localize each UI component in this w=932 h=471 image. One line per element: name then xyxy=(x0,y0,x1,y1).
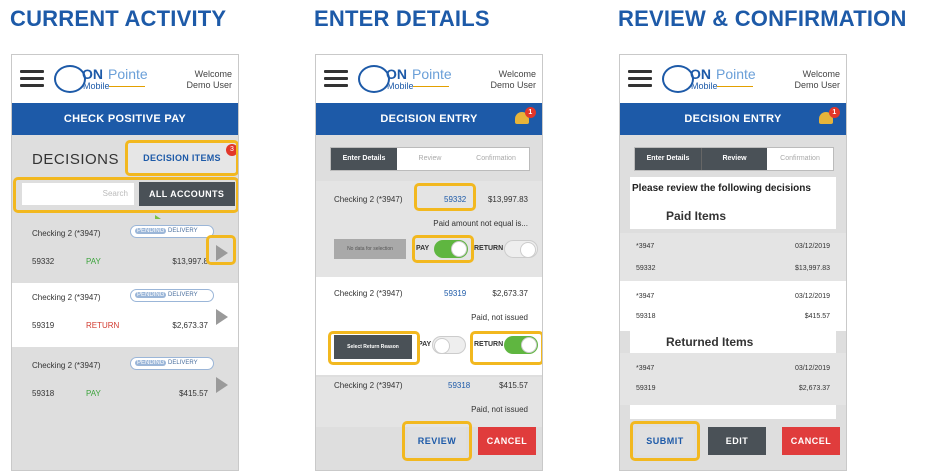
status-badge: PENDING DELIVERY xyxy=(130,225,214,238)
status-badge: PENDING DELIVERY xyxy=(130,357,214,370)
list-item: *3947 03/12/2019 59332 $13,997.83 xyxy=(620,233,846,281)
onpointe-logo: ON Pointe Mobile xyxy=(54,63,174,95)
hamburger-menu-icon[interactable] xyxy=(628,70,652,88)
app-header: ON Pointe Mobile Welcome Demo User xyxy=(316,55,542,103)
page-title: CHECK POSITIVE PAY xyxy=(12,103,238,135)
hamburger-menu-icon[interactable] xyxy=(20,70,44,88)
list-item[interactable]: Checking 2 (*3947) PENDING DELIVERY 5933… xyxy=(12,219,238,281)
highlight-submit-button xyxy=(630,421,700,461)
step-review[interactable]: Review xyxy=(397,148,463,170)
welcome-text: Welcome Demo User xyxy=(186,69,232,90)
decision-item: Checking 2 (*3947) 59318 $415.57 Paid, n… xyxy=(316,377,542,427)
highlight-pay-toggle xyxy=(412,235,474,263)
welcome-text: Welcome Demo User xyxy=(490,69,536,90)
page-title: DECISION ENTRY 1 xyxy=(316,103,542,135)
cancel-button[interactable]: CANCEL xyxy=(478,427,536,455)
app-header: ON Pointe Mobile Welcome Demo User xyxy=(12,55,238,103)
cancel-button[interactable]: CANCEL xyxy=(782,427,840,455)
onpointe-logo: ON Pointe Mobile xyxy=(358,63,478,95)
section-title-current-activity: CURRENT ACTIVITY xyxy=(10,6,227,31)
status-badge: PENDING DELIVERY xyxy=(130,289,214,302)
phone-enter-details: ON Pointe Mobile Welcome Demo User DECIS… xyxy=(315,54,543,471)
hamburger-menu-icon[interactable] xyxy=(324,70,348,88)
play-arrow-icon[interactable] xyxy=(216,309,228,325)
phone-current-activity: ON Pointe Mobile Welcome Demo User CHECK… xyxy=(11,54,239,471)
highlight-check-number xyxy=(414,183,476,211)
notification-badge: 1 xyxy=(525,107,536,118)
phone-review-confirmation: ON Pointe Mobile Welcome Demo User DECIS… xyxy=(619,54,847,471)
step-confirmation[interactable]: Confirmation xyxy=(767,148,833,170)
step-indicator: Enter Details Review Confirmation xyxy=(634,147,834,171)
review-heading: Please review the following decisions xyxy=(632,183,811,194)
step-enter-details[interactable]: Enter Details xyxy=(635,148,701,170)
notification-badge: 1 xyxy=(829,107,840,118)
return-toggle[interactable] xyxy=(504,240,538,258)
step-indicator: Enter Details Review Confirmation xyxy=(330,147,530,171)
spacer xyxy=(630,405,836,419)
list-item: *3947 03/12/2019 59319 $2,673.37 xyxy=(620,353,846,405)
highlight-review-button xyxy=(402,421,472,461)
section-title-review-confirmation: REVIEW & CONFIRMATION xyxy=(618,6,907,31)
step-enter-details[interactable]: Enter Details xyxy=(331,148,397,170)
app-header: ON Pointe Mobile Welcome Demo User xyxy=(620,55,846,103)
edit-button[interactable]: EDIT xyxy=(708,427,766,455)
decisions-label: DECISIONS xyxy=(32,151,120,168)
check-number-link[interactable]: 59318 xyxy=(448,381,470,390)
play-arrow-icon[interactable] xyxy=(216,377,228,393)
no-data-selection: No data for selection xyxy=(334,239,406,259)
bell-icon[interactable]: 1 xyxy=(514,107,536,127)
step-confirmation[interactable]: Confirmation xyxy=(463,148,529,170)
highlight-select-return-reason xyxy=(328,331,420,365)
highlight-search-accounts xyxy=(13,177,238,213)
paid-items-label: Paid Items xyxy=(666,209,727,223)
highlight-row-arrow xyxy=(206,235,236,265)
section-title-enter-details: ENTER DETAILS xyxy=(314,6,490,31)
bell-icon[interactable]: 1 xyxy=(818,107,840,127)
list-item[interactable]: Checking 2 (*3947) PENDING DELIVERY 5931… xyxy=(12,283,238,347)
pay-toggle[interactable] xyxy=(432,336,466,354)
page-title: DECISION ENTRY 1 xyxy=(620,103,846,135)
highlight-decision-items xyxy=(125,140,238,176)
check-number-link[interactable]: 59319 xyxy=(444,289,466,298)
returned-items-label: Returned Items xyxy=(666,335,754,349)
step-review[interactable]: Review xyxy=(701,148,767,170)
highlight-return-toggle xyxy=(470,331,542,365)
list-item[interactable]: Checking 2 (*3947) PENDING DELIVERY 5931… xyxy=(12,351,238,415)
welcome-text: Welcome Demo User xyxy=(794,69,840,90)
onpointe-logo: ON Pointe Mobile xyxy=(662,63,782,95)
list-item: *3947 03/12/2019 59318 $415.57 xyxy=(620,281,846,331)
